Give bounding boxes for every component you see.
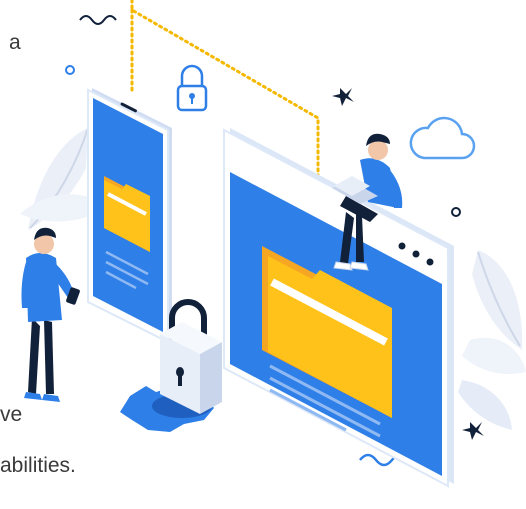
left-leaf-decoration [20, 127, 96, 230]
cloud-icon [409, 116, 476, 160]
mobile-device [87, 88, 172, 344]
ring-dot-icon [65, 65, 75, 75]
right-leaf-decoration [458, 250, 526, 430]
standing-person [21, 227, 80, 402]
sparkle-icon [462, 422, 484, 440]
squiggle-icon [79, 15, 117, 25]
padlock-icon [176, 64, 208, 112]
browser-window [223, 128, 454, 488]
sparkle-icon [332, 88, 354, 106]
ring-dot-icon [451, 207, 461, 217]
secure-storage-illustration [20, 0, 526, 488]
security-lock-icon [160, 299, 222, 414]
